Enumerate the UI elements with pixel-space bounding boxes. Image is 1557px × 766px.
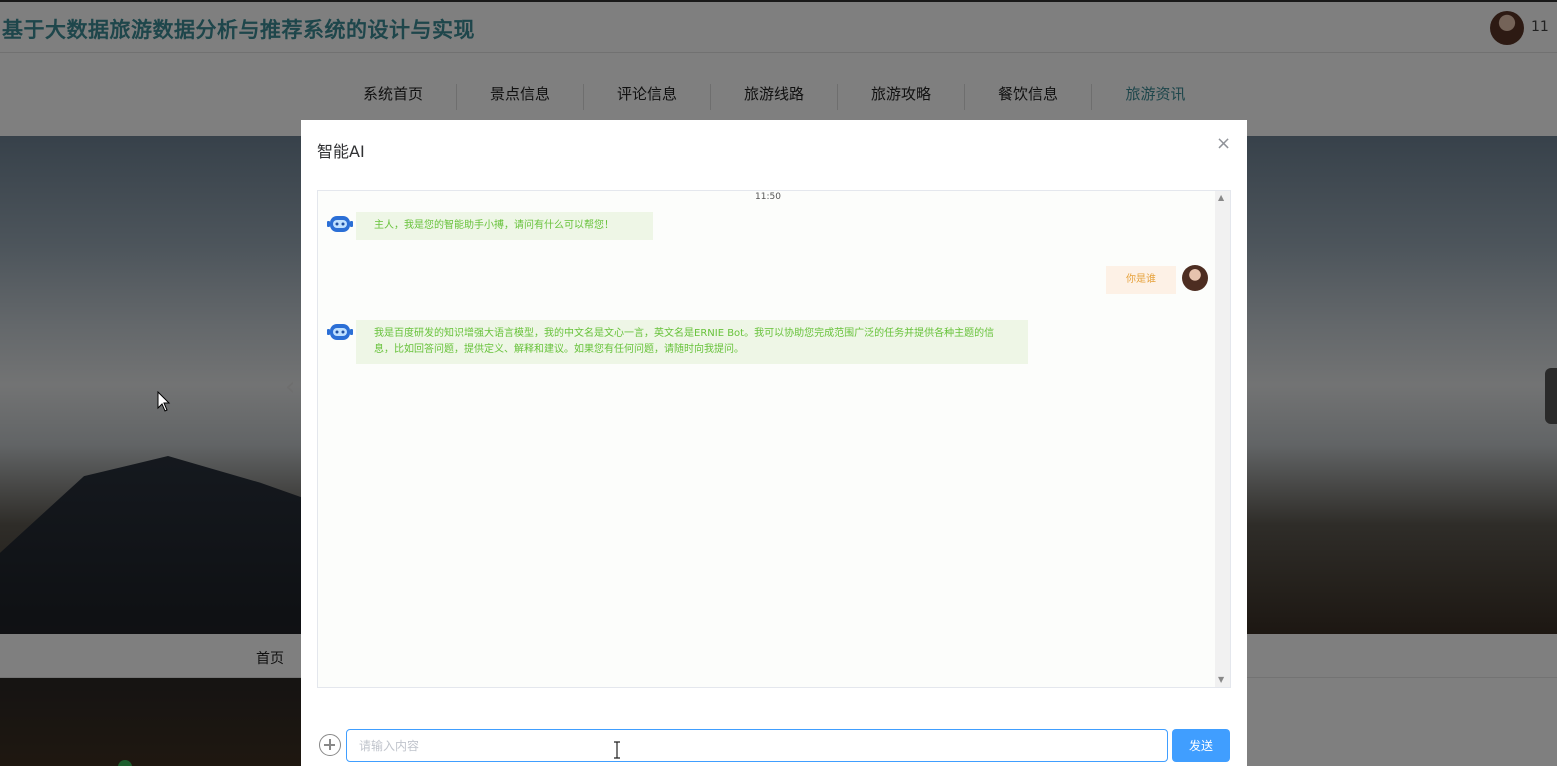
dialog-title: 智能AI: [317, 142, 365, 161]
robot-icon: [327, 324, 353, 340]
ai-chat-dialog: 智能AI × 11:50 主人，我是您的智能助手小搏，请问有什么可以帮您！ 你是…: [301, 120, 1247, 766]
chat-timestamp: 11:50: [755, 192, 781, 202]
scroll-up-icon[interactable]: ▲: [1218, 193, 1224, 202]
chat-scrollbar[interactable]: ▲ ▼: [1215, 191, 1230, 687]
bot-message: 主人，我是您的智能助手小搏，请问有什么可以帮您！: [356, 212, 653, 240]
bot-message: 我是百度研发的知识增强大语言模型，我的中文名是文心一言，英文名是ERNIE Bo…: [356, 320, 1028, 364]
chat-messages-panel[interactable]: 11:50 主人，我是您的智能助手小搏，请问有什么可以帮您！ 你是谁 我是百度研…: [317, 190, 1231, 688]
send-button[interactable]: 发送: [1172, 729, 1230, 762]
user-chat-avatar: [1182, 265, 1208, 291]
user-message: 你是谁: [1106, 266, 1176, 294]
close-icon[interactable]: ×: [1216, 133, 1231, 154]
robot-icon: [327, 216, 353, 232]
add-attachment-icon[interactable]: [319, 734, 341, 756]
chat-input-row: 发送: [317, 728, 1231, 764]
text-cursor-icon: [614, 741, 620, 759]
mouse-pointer-icon: [157, 391, 171, 412]
chat-input[interactable]: [346, 729, 1168, 762]
scroll-down-icon[interactable]: ▼: [1218, 675, 1224, 684]
